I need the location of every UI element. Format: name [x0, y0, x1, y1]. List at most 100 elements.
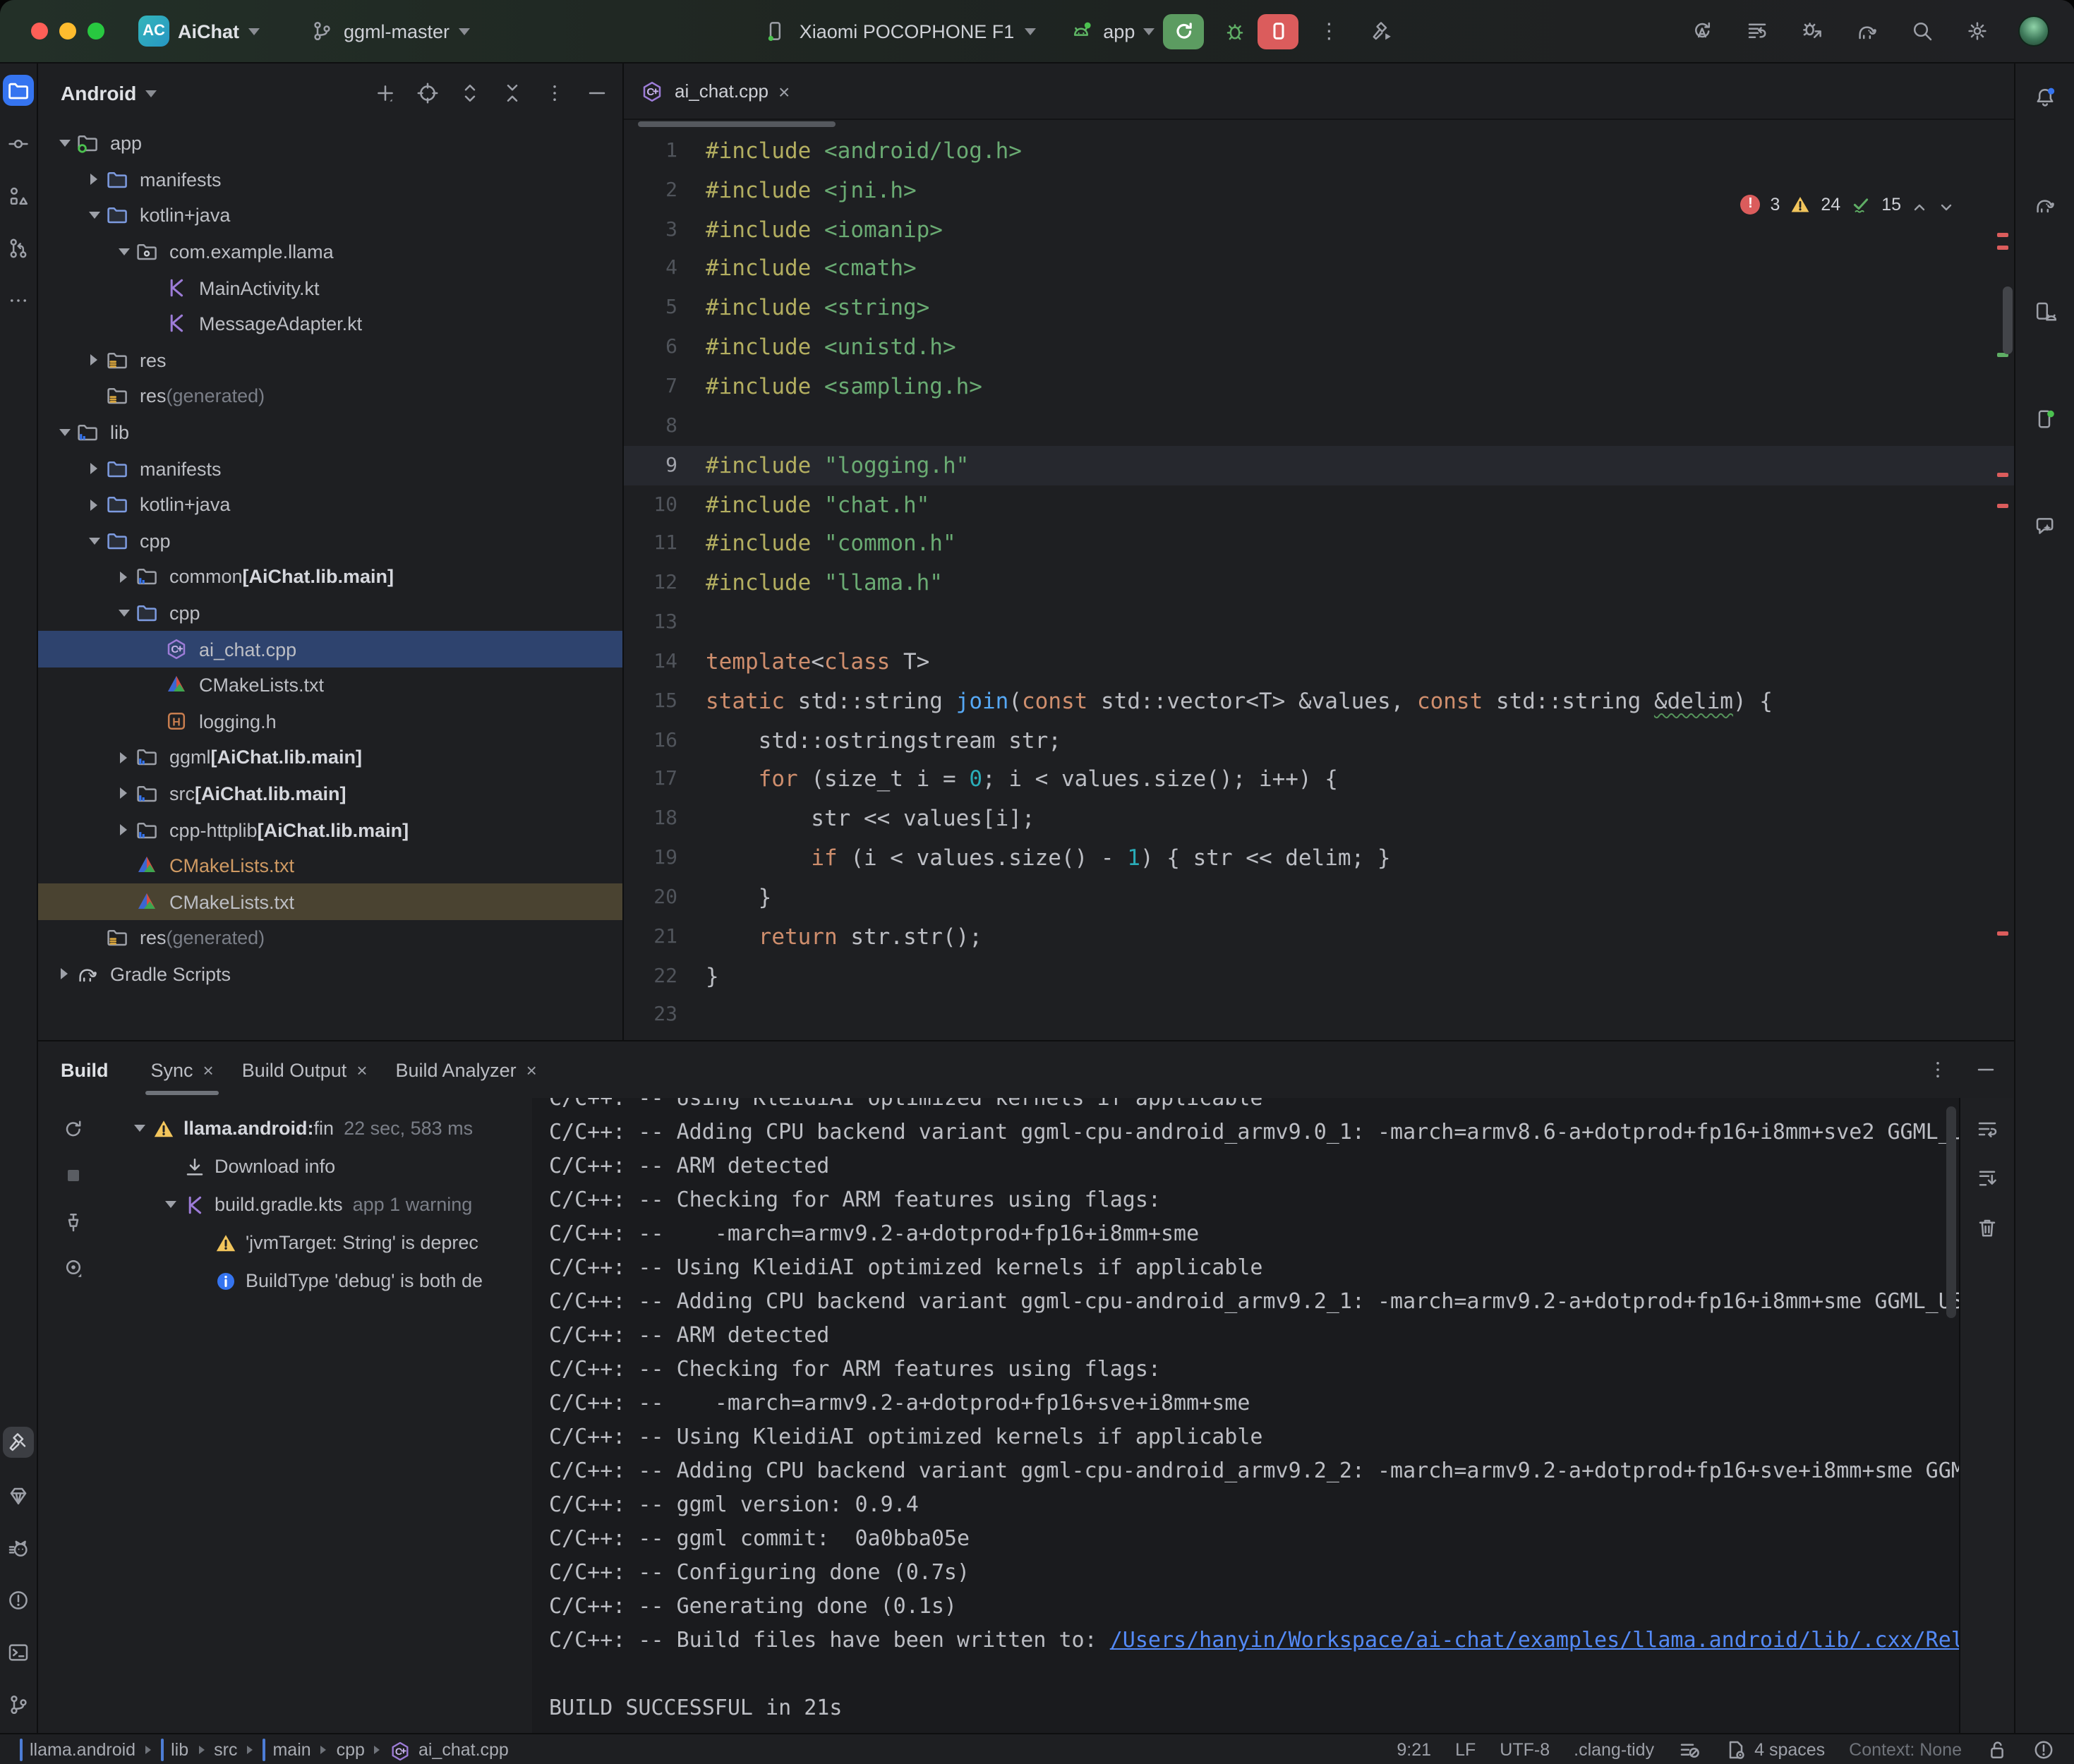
chevron-right-icon[interactable]	[82, 174, 106, 186]
more-tools-icon[interactable]	[4, 286, 32, 315]
code-line[interactable]: 14template<class T>	[624, 642, 2014, 682]
breadcrumb-item[interactable]: cpp	[337, 1739, 365, 1759]
stripe-mark[interactable]	[1997, 504, 2008, 508]
console-link[interactable]: /Users/hanyin/Workspace/ai-chat/examples…	[1110, 1627, 1959, 1653]
previous-problem-button[interactable]	[1911, 195, 1928, 212]
pull-requests-icon[interactable]	[4, 234, 32, 262]
build-tab-build-output[interactable]: Build Output×	[228, 1041, 382, 1098]
notifications-icon[interactable]	[2031, 83, 2059, 111]
lock-open-icon[interactable]	[1986, 1738, 2008, 1760]
line-separator[interactable]: LF	[1455, 1739, 1476, 1759]
code-line[interactable]: 23	[624, 996, 2014, 1035]
chevron-down-icon[interactable]	[128, 1125, 151, 1132]
clang-tidy-widget[interactable]: .clang-tidy	[1574, 1739, 1654, 1759]
tree-row[interactable]: manifests	[38, 451, 622, 487]
gemini-icon[interactable]	[2031, 512, 2059, 540]
breadcrumb-item[interactable]: llama.android	[20, 1739, 135, 1759]
code-line[interactable]: 15static std::string join(const std::vec…	[624, 682, 2014, 721]
logcat-icon[interactable]	[4, 1534, 32, 1562]
more-run-options-button[interactable]: ⋮	[1318, 18, 1339, 44]
caret-position[interactable]: 9:21	[1397, 1739, 1431, 1759]
options-icon[interactable]	[541, 79, 569, 107]
chevron-down-icon[interactable]	[111, 248, 135, 255]
code-line[interactable]: 13	[624, 603, 2014, 642]
tree-row[interactable]: Cai_chat.cpp	[38, 632, 622, 667]
gradle-icon[interactable]	[2031, 191, 2059, 219]
code-line[interactable]: 8	[624, 406, 2014, 446]
chevron-right-icon[interactable]	[82, 463, 106, 474]
tree-row[interactable]: res	[38, 342, 622, 378]
chevron-down-icon[interactable]	[111, 610, 135, 617]
breadcrumb-item[interactable]: src	[214, 1739, 237, 1759]
hide-icon[interactable]	[1972, 1056, 2000, 1084]
code-line[interactable]: 3#include <iomanip>	[624, 210, 2014, 249]
chevron-right-icon[interactable]	[111, 752, 135, 763]
code-line[interactable]: 10#include "chat.h"	[624, 485, 2014, 524]
build-tab-build-analyzer[interactable]: Build Analyzer×	[382, 1041, 551, 1098]
error-stripe[interactable]	[1996, 120, 2010, 1040]
chevron-right-icon[interactable]	[111, 824, 135, 835]
hide-icon[interactable]	[583, 79, 611, 107]
add-icon[interactable]	[371, 79, 399, 107]
tree-row[interactable]: Gradle Scripts	[38, 956, 622, 992]
stripe-mark[interactable]	[1997, 473, 2008, 477]
tree-row[interactable]: cpp-httplib [AiChat.lib.main]	[38, 812, 622, 848]
tree-row[interactable]: kotlin+java	[38, 198, 622, 234]
code-line[interactable]: 11#include "common.h"	[624, 524, 2014, 564]
project-tool-icon[interactable]	[3, 75, 34, 106]
close-tab-icon[interactable]: ×	[356, 1059, 367, 1080]
tree-row[interactable]: com.example.llama	[38, 234, 622, 270]
tree-row[interactable]: CMakeLists.txt	[38, 848, 622, 884]
build-panel-title[interactable]: Build	[61, 1059, 109, 1080]
chevron-down-icon[interactable]	[159, 1201, 182, 1208]
commit-icon[interactable]	[4, 130, 32, 158]
build-icon[interactable]	[1368, 17, 1396, 45]
tree-row[interactable]: lib	[38, 415, 622, 451]
tree-row[interactable]: kotlin+java	[38, 487, 622, 523]
list-reload-icon[interactable]	[1743, 17, 1771, 45]
code-area[interactable]: 1#include <android/log.h>2#include <jni.…	[624, 120, 2014, 1040]
build-tree-row[interactable]: BuildType 'debug' is both de	[109, 1262, 532, 1300]
tree-row[interactable]: res (generated)	[38, 378, 622, 414]
tree-row[interactable]: src [AiChat.lib.main]	[38, 775, 622, 811]
chevron-down-icon[interactable]	[82, 212, 106, 219]
context-widget[interactable]: Context: None	[1849, 1739, 1962, 1759]
console-scrollbar[interactable]	[1946, 1106, 1956, 1318]
vertical-scrollbar[interactable]	[2003, 286, 2013, 354]
tree-row[interactable]: res (generated)	[38, 920, 622, 956]
code-line[interactable]: 17 for (size_t i = 0; i < values.size();…	[624, 760, 2014, 799]
file-encoding[interactable]: UTF-8	[1500, 1739, 1550, 1759]
tree-row[interactable]: manifests	[38, 162, 622, 198]
tree-row[interactable]: MessageAdapter.kt	[38, 306, 622, 342]
tree-row[interactable]: app	[38, 126, 622, 162]
indent-widget[interactable]: 4 spaces	[1725, 1738, 1825, 1760]
expand-all-icon[interactable]	[456, 79, 484, 107]
code-line[interactable]: 12#include "llama.h"	[624, 564, 2014, 603]
code-line[interactable]: 5#include <string>	[624, 289, 2014, 328]
close-tab-icon[interactable]: ×	[203, 1059, 214, 1080]
inspections-widget[interactable]: ! 3 24 15	[1740, 193, 1955, 215]
version-control-icon[interactable]	[4, 1691, 32, 1719]
breadcrumb-item[interactable]: Cai_chat.cpp	[390, 1739, 509, 1759]
soft-wrap-icon[interactable]	[1973, 1115, 2001, 1143]
terminal-icon[interactable]	[4, 1638, 32, 1667]
tree-row[interactable]: cpp	[38, 523, 622, 559]
breadcrumb-item[interactable]: lib	[161, 1739, 188, 1759]
gradle-sync-icon[interactable]	[1853, 17, 1881, 45]
next-problem-button[interactable]	[1938, 195, 1955, 212]
minimize-window-button[interactable]	[59, 23, 76, 40]
locate-icon[interactable]	[414, 79, 442, 107]
running-devices-icon[interactable]	[2031, 405, 2059, 433]
build-tree-row[interactable]: build.gradle.ktsapp 1 warning	[109, 1185, 532, 1224]
app-quality-insights-icon[interactable]	[4, 1482, 32, 1510]
code-line[interactable]: 22}	[624, 956, 2014, 996]
user-avatar[interactable]	[2018, 16, 2049, 47]
attach-debugger-icon[interactable]	[1798, 17, 1826, 45]
chevron-right-icon[interactable]	[82, 355, 106, 366]
device-selector[interactable]: Xiaomi POCOPHONE F1	[761, 17, 1036, 45]
tree-row[interactable]: CMakeLists.txt	[38, 884, 622, 920]
chevron-right-icon[interactable]	[52, 969, 76, 980]
stripe-mark[interactable]	[1997, 233, 2008, 237]
code-line[interactable]: 18 str << values[i];	[624, 799, 2014, 839]
clear-all-icon[interactable]	[1973, 1214, 2001, 1242]
